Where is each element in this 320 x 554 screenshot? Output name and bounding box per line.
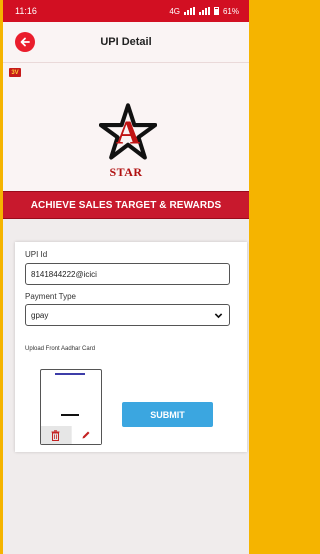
trash-icon [51,429,60,441]
logo-area: 3V A STAR [3,63,249,191]
phone-screen: 11:16 4G 61% UPI Detail 3V A STAR ACHIEV… [3,0,249,554]
upi-id-label: UPI Id [25,250,48,259]
network-type: 4G [169,6,180,16]
battery-level: 61% [222,6,239,16]
aadhar-upload-box[interactable] [40,369,102,445]
battery-icon [213,7,219,15]
signal-icon [183,7,195,15]
back-button[interactable] [15,32,35,52]
payment-type-label: Payment Type [25,292,76,301]
app-header: UPI Detail [3,22,249,63]
star-logo: A [99,103,157,160]
signal-icon-2 [198,7,210,15]
arrow-left-icon [20,37,30,47]
upload-preview-top [55,373,85,375]
upi-form-card: UPI Id Payment Type gpay Upload Front Aa… [15,242,247,452]
edit-image-button[interactable] [70,426,101,444]
promo-banner: ACHIEVE SALES TARGET & REWARDS [3,191,249,219]
star-logo-letter: A [116,115,141,152]
page-title: UPI Detail [100,36,152,48]
brand-name: STAR [109,165,143,179]
submit-button[interactable]: SUBMIT [122,402,213,427]
company-logo: 3V [9,68,21,77]
upload-label: Upload Front Aadhar Card [25,346,96,352]
status-time: 11:16 [15,6,37,16]
chevron-down-icon [214,312,223,318]
upload-actions [41,426,101,444]
payment-type-value: gpay [31,310,49,320]
payment-type-select[interactable]: gpay [25,304,230,326]
upload-preview-placeholder [61,414,79,416]
status-bar: 11:16 4G 61% [3,0,249,22]
upi-id-input[interactable] [25,263,230,285]
delete-image-button[interactable] [41,426,71,444]
pencil-icon [82,431,90,439]
status-indicators: 4G 61% [169,7,239,16]
